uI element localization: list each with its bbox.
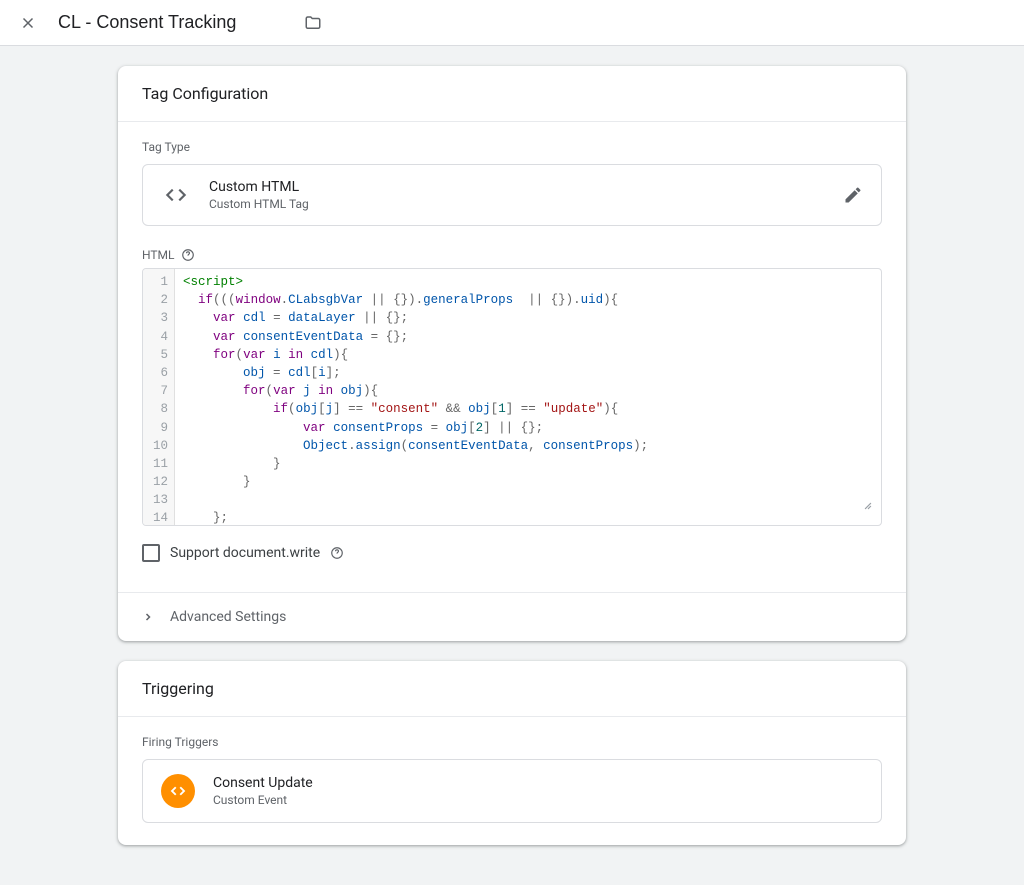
pencil-icon xyxy=(843,185,863,205)
tag-configuration-card: Tag Configuration Tag Type Custom HTML C… xyxy=(118,66,906,641)
body-area: Tag Configuration Tag Type Custom HTML C… xyxy=(0,46,1024,885)
support-document-write-row: Support document.write xyxy=(142,544,882,562)
html-help-button[interactable] xyxy=(181,248,195,262)
trigger-name: Consent Update xyxy=(213,775,313,791)
custom-event-icon xyxy=(161,774,195,808)
support-document-write-checkbox[interactable] xyxy=(142,544,160,562)
resize-icon xyxy=(861,499,875,513)
chevron-right-icon xyxy=(142,611,154,623)
trigger-subtitle: Custom Event xyxy=(213,793,313,807)
firing-trigger-row[interactable]: Consent Update Custom Event xyxy=(142,759,882,823)
code-brackets-icon xyxy=(161,180,191,210)
triggering-card: Triggering Firing Triggers Consent Updat… xyxy=(118,661,906,845)
folder-button[interactable] xyxy=(304,14,322,32)
tag-type-text: Custom HTML Custom HTML Tag xyxy=(209,179,825,211)
html-code-editor[interactable]: 12345678910111213141516171819 <script> i… xyxy=(142,268,882,526)
folder-icon xyxy=(304,14,322,32)
close-button[interactable] xyxy=(12,7,44,39)
advanced-settings-label: Advanced Settings xyxy=(170,609,286,625)
tag-type-label: Tag Type xyxy=(142,140,882,154)
close-icon xyxy=(19,14,37,32)
page-header xyxy=(0,0,1024,45)
triggering-heading: Triggering xyxy=(118,661,906,716)
docwrite-help-button[interactable] xyxy=(330,546,344,560)
html-label-row: HTML xyxy=(142,248,882,262)
resize-handle[interactable] xyxy=(861,499,875,519)
support-document-write-label: Support document.write xyxy=(170,545,320,561)
edit-tag-type-button[interactable] xyxy=(843,185,863,205)
triggering-body: Firing Triggers Consent Update Custom Ev… xyxy=(118,717,906,845)
tag-config-heading: Tag Configuration xyxy=(118,66,906,121)
tag-config-body: Tag Type Custom HTML Custom HTML Tag HTM… xyxy=(118,122,906,592)
html-label: HTML xyxy=(142,248,175,262)
code-area[interactable]: <script> if(((window.CLabsgbVar || {}).g… xyxy=(175,269,881,525)
firing-triggers-label: Firing Triggers xyxy=(142,735,882,749)
line-number-gutter: 12345678910111213141516171819 xyxy=(143,269,175,525)
tag-name-input[interactable] xyxy=(52,8,296,38)
help-icon xyxy=(181,248,195,262)
tag-type-selector[interactable]: Custom HTML Custom HTML Tag xyxy=(142,164,882,226)
help-icon xyxy=(330,546,344,560)
tag-type-name: Custom HTML xyxy=(209,179,825,195)
trigger-text: Consent Update Custom Event xyxy=(213,775,313,807)
advanced-settings-toggle[interactable]: Advanced Settings xyxy=(118,592,906,641)
tag-type-subtitle: Custom HTML Tag xyxy=(209,197,825,211)
